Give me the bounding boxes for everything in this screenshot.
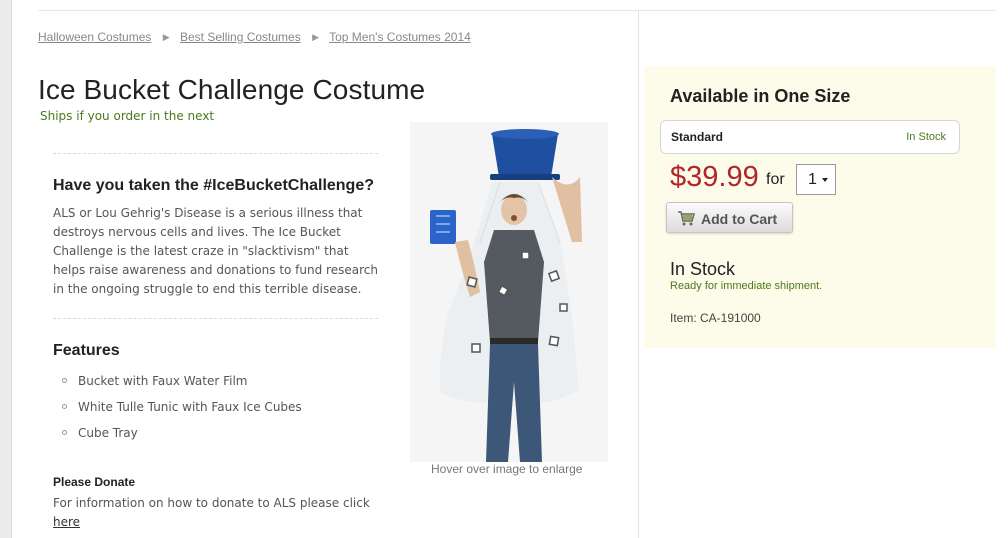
size-name: Standard	[671, 130, 724, 144]
dotted-divider	[53, 153, 378, 154]
triangle-right-icon: ▶	[312, 32, 319, 42]
features-heading: Features	[53, 342, 120, 359]
breadcrumb-link-halloween-costumes[interactable]: Halloween Costumes	[38, 30, 151, 44]
add-to-cart-button[interactable]: Add to Cart	[666, 202, 793, 233]
quantity-select[interactable]: 1	[796, 164, 836, 195]
costume-illustration	[410, 122, 608, 462]
price: $39.99	[670, 161, 759, 193]
quantity-value: 1	[808, 171, 817, 188]
circle-bullet-icon	[62, 404, 67, 409]
image-hover-hint: Hover over image to enlarge	[431, 462, 583, 476]
circle-bullet-icon	[62, 378, 67, 383]
feature-label: Bucket with Faux Water Film	[78, 374, 248, 388]
donate-heading: Please Donate	[53, 475, 136, 489]
breadcrumb: Halloween Costumes ▶ Best Selling Costum…	[38, 30, 471, 44]
triangle-right-icon: ▶	[162, 32, 170, 42]
feature-label: White Tulle Tunic with Faux Ice Cubes	[78, 400, 302, 414]
product-image[interactable]	[410, 122, 608, 462]
breadcrumb-link-top-mens-2014[interactable]: Top Men's Costumes 2014	[329, 30, 471, 44]
donate-message: For information on how to donate to ALS …	[53, 496, 370, 510]
column-divider	[638, 11, 639, 538]
description-heading: Have you taken the #IceBucketChallenge?	[53, 177, 374, 194]
stock-status-detail: Ready for immediate shipment.	[670, 280, 823, 292]
quantity-for-label: for	[766, 171, 785, 188]
chevron-down-icon	[822, 178, 828, 182]
page-title: Ice Bucket Challenge Costume	[38, 74, 426, 105]
add-to-cart-label: Add to Cart	[701, 211, 778, 227]
breadcrumb-link-best-selling[interactable]: Best Selling Costumes	[180, 30, 301, 44]
list-item: Bucket with Faux Water Film	[62, 372, 302, 398]
list-item: White Tulle Tunic with Faux Ice Cubes	[62, 398, 302, 424]
feature-label: Cube Tray	[78, 426, 138, 440]
item-number: Item: CA-191000	[670, 311, 761, 325]
list-item: Cube Tray	[62, 424, 302, 450]
description-text: ALS or Lou Gehrig's Disease is a serious…	[53, 206, 378, 296]
page-left-rail	[0, 0, 12, 538]
stock-status-heading: In Stock	[670, 259, 736, 279]
top-divider	[38, 10, 996, 11]
size-heading: Available in One Size	[670, 86, 851, 106]
size-option-standard[interactable]: Standard In Stock	[660, 120, 960, 154]
size-stock-status: In Stock	[906, 131, 946, 143]
donate-link[interactable]: here	[53, 515, 80, 529]
features-list: Bucket with Faux Water Film White Tulle …	[62, 372, 302, 450]
circle-bullet-icon	[62, 430, 67, 435]
shopping-cart-icon	[678, 211, 695, 226]
ships-notice: Ships if you order in the next	[40, 109, 215, 123]
donate-text: For information on how to donate to ALS …	[53, 494, 383, 532]
dotted-divider	[53, 318, 378, 319]
